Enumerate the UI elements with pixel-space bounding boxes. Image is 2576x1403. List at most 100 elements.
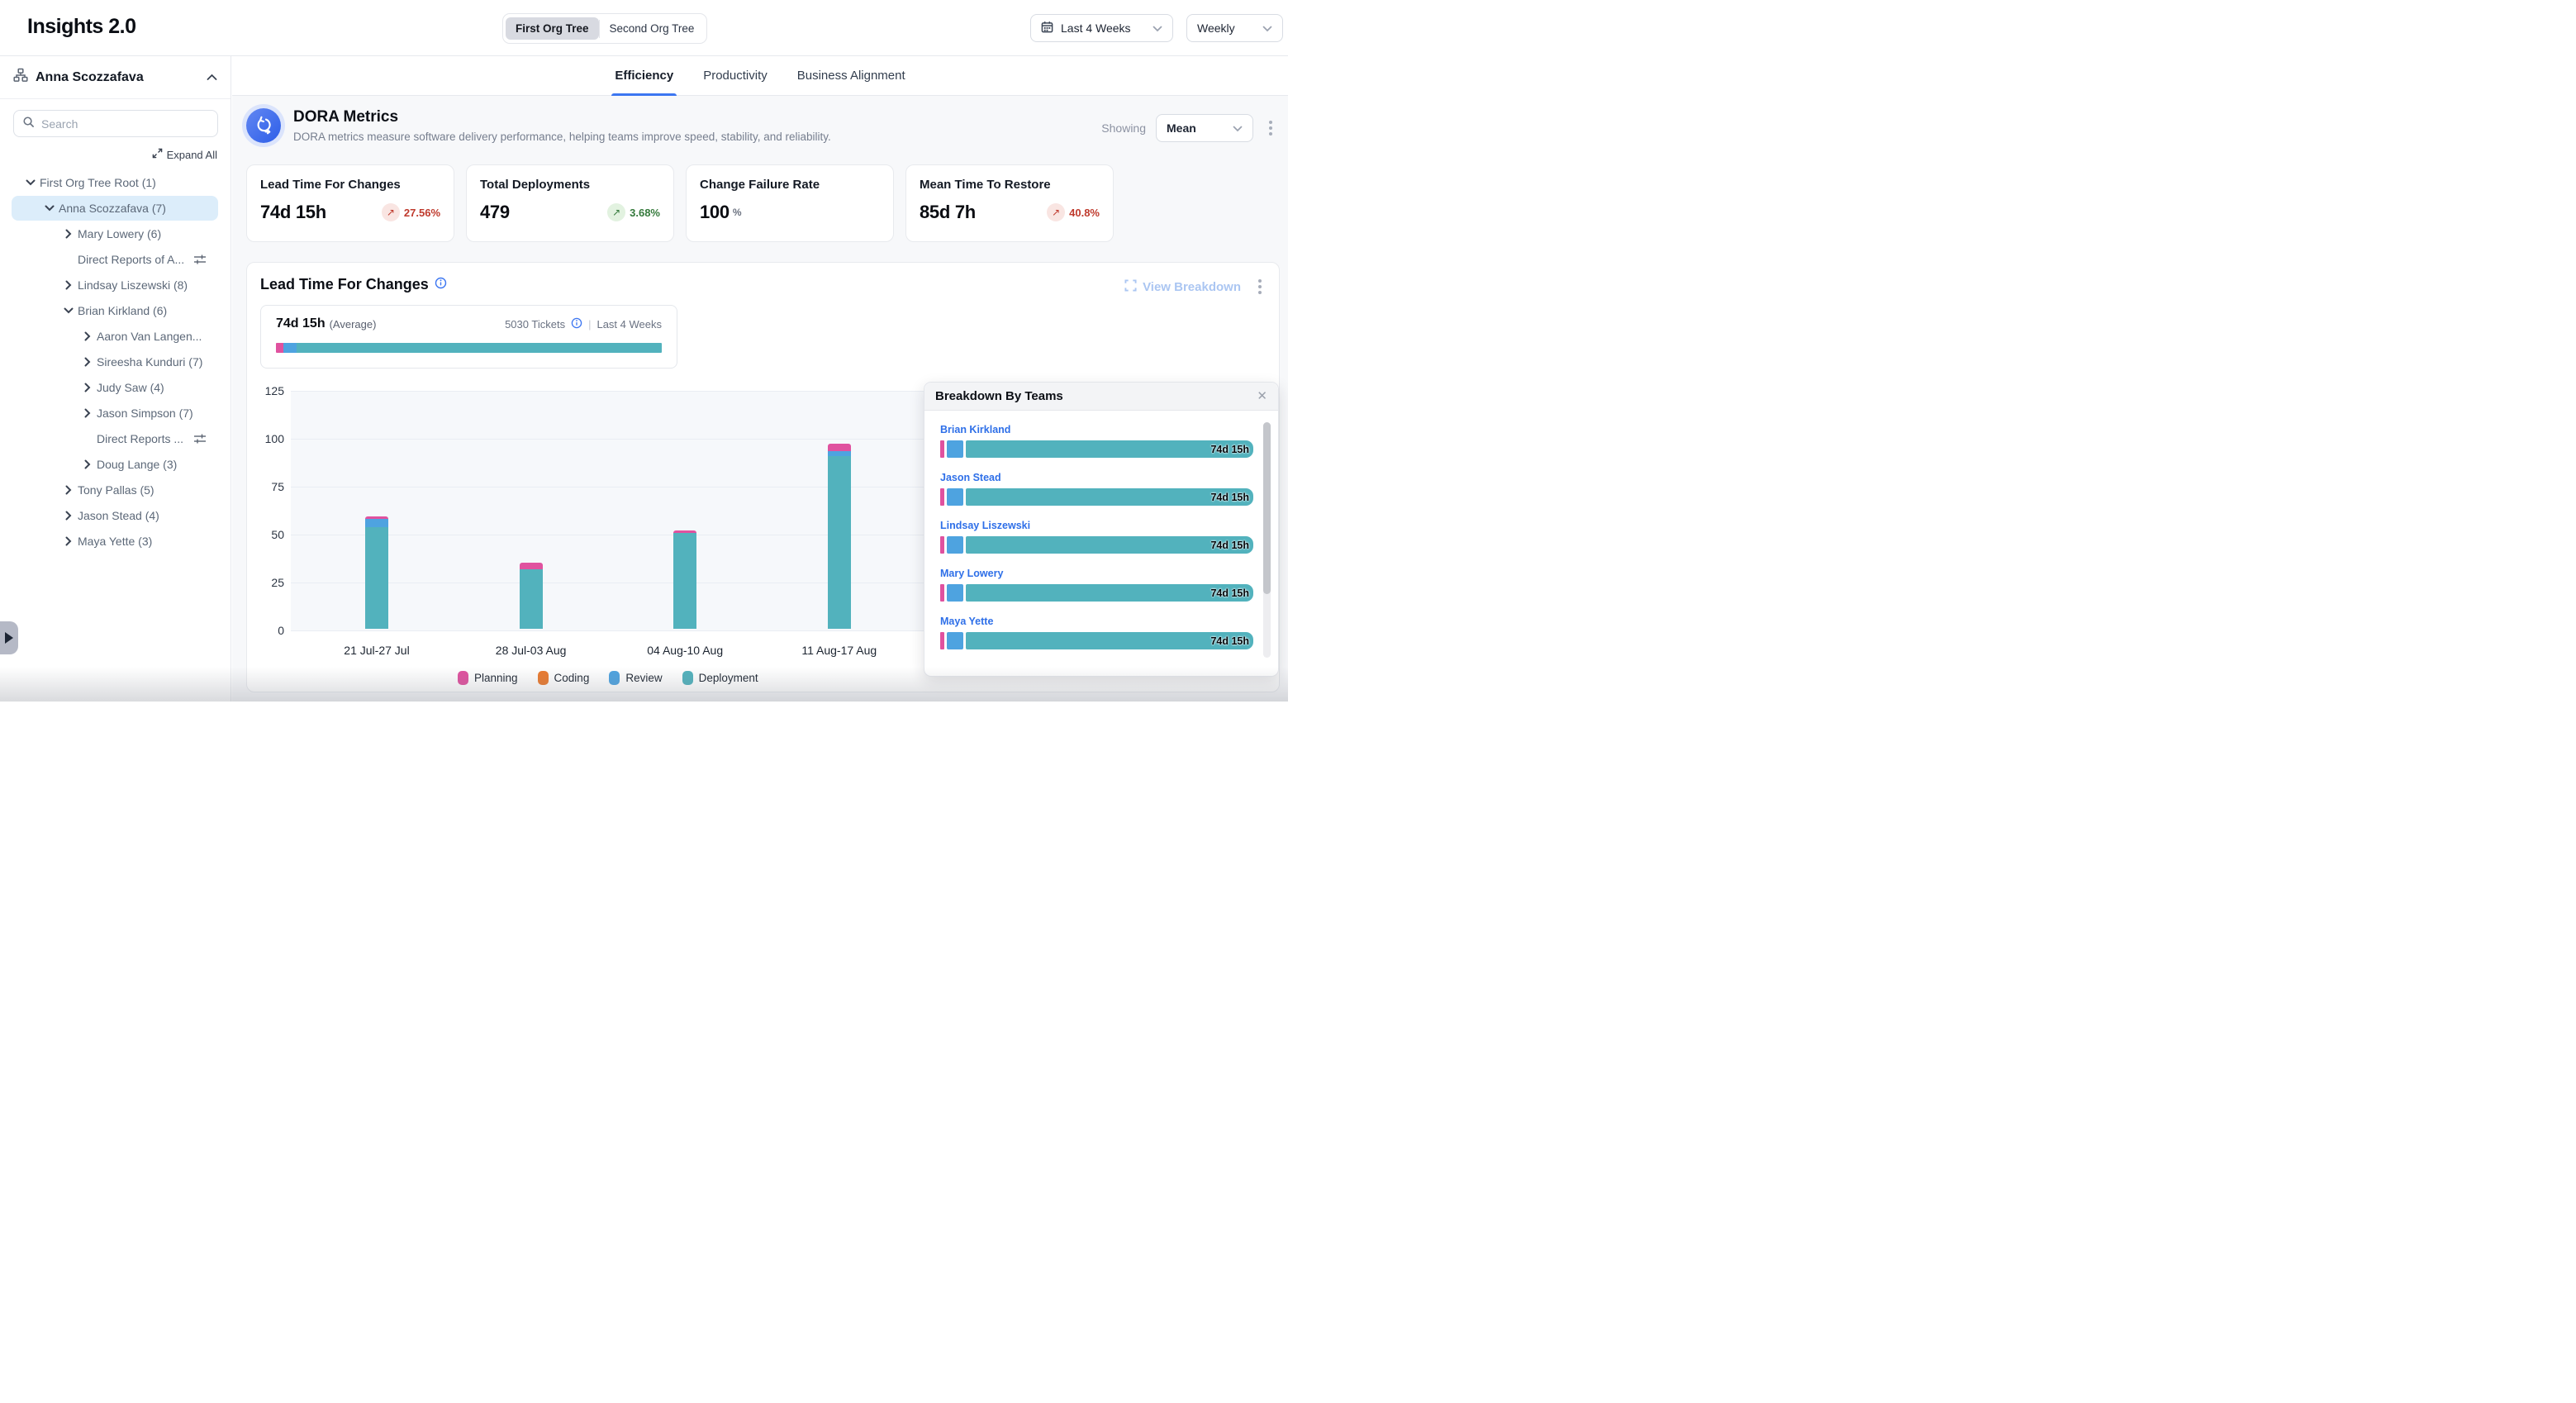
chevron-right-icon[interactable] [63,536,74,546]
tree-item[interactable]: Mary Lowery (6) [12,221,218,246]
tree-item[interactable]: Jason Stead (4) [12,503,218,528]
legend-swatch [682,671,693,685]
legend-item-coding[interactable]: Coding [538,671,590,685]
tree-item[interactable]: Doug Lange (3) [12,452,218,477]
chevron-right-icon[interactable] [63,511,74,521]
trend-percent: 27.56% [404,207,440,219]
average-period: Last 4 Weeks [596,318,662,331]
metric-card-value-row: 85d 7h↗40.8% [920,202,1100,223]
expand-corners-icon [1124,279,1137,295]
avg-bar-segment-planning [276,343,283,353]
chevron-down-icon[interactable] [63,307,74,314]
chevron-right-icon[interactable] [63,280,74,290]
info-icon[interactable] [571,317,582,331]
org-tree-toggle-first[interactable]: First Org Tree [506,17,599,40]
close-icon[interactable]: ✕ [1257,390,1267,402]
breakdown-team-link[interactable]: Brian Kirkland [940,424,1253,435]
granularity-value: Weekly [1197,21,1235,35]
legend-swatch [609,671,620,685]
trend-up-arrow-icon: ↗ [607,203,625,221]
tab-business-alignment[interactable]: Business Alignment [797,56,905,96]
tree-item-label: Aaron Van Langen... [97,330,202,343]
date-range-select[interactable]: Last 4 Weeks [1030,14,1173,42]
view-breakdown-button[interactable]: View Breakdown [1124,279,1241,295]
x-axis-label: 11 Aug-17 Aug [777,644,901,657]
dora-title: DORA Metrics [293,108,831,126]
chevron-right-icon[interactable] [82,357,93,367]
breakdown-team-link[interactable]: Mary Lowery [940,568,1253,579]
breakdown-row: Brian Kirkland 74d 15h [940,424,1253,458]
chevron-down-icon[interactable] [25,179,36,186]
chevron-right-icon[interactable] [82,383,93,392]
legend-item-planning[interactable]: Planning [458,671,518,685]
insights-page: Insights 2.0 First Org Tree Second Org T… [0,0,1288,702]
breakdown-segment-deployment: 74d 15h [966,488,1253,506]
breakdown-row: Maya Yette74d 15h [940,616,1253,649]
tree-item[interactable]: Anna Scozzafava (7) [12,196,218,221]
sidebar-expand-handle[interactable] [0,621,18,654]
tree-item[interactable]: Sireesha Kunduri (7) [12,350,218,374]
tree-item[interactable]: Brian Kirkland (6) [12,298,218,323]
x-axis-label: 04 Aug-10 Aug [623,644,747,657]
chart-bar [673,530,696,629]
breakdown-segment-review [947,488,963,506]
legend-item-deployment[interactable]: Deployment [682,671,758,685]
breakdown-segment-deployment: 74d 15h [966,584,1253,602]
tree-item[interactable]: Jason Simpson (7) [12,401,218,426]
chevron-down-icon [1262,21,1272,35]
tree-item[interactable]: Direct Reports of A... [12,247,218,272]
tree-item[interactable]: Judy Saw (4) [12,375,218,400]
tree-item[interactable]: Maya Yette (3) [12,529,218,554]
breakdown-team-link[interactable]: Lindsay Liszewski [940,520,1253,531]
chevron-right-icon[interactable] [82,459,93,469]
arrow-right-icon [5,632,13,644]
filter-sliders-icon[interactable] [193,253,207,266]
legend-item-review[interactable]: Review [609,671,662,685]
breakdown-bar: 74d 15h [940,440,1253,458]
org-tree: First Org Tree Root (1)Anna Scozzafava (… [0,170,231,554]
chevron-right-icon[interactable] [82,408,93,418]
expand-all-icon [152,148,163,161]
tree-item-label: Tony Pallas (5) [78,483,154,497]
dora-kebab-menu[interactable] [1263,117,1278,139]
chevron-right-icon[interactable] [82,331,93,341]
bar-segment-review [365,519,388,527]
showing-control: Showing Mean [1101,114,1278,142]
chevron-right-icon[interactable] [63,485,74,495]
tab-productivity[interactable]: Productivity [703,56,768,96]
tree-item-label: Doug Lange (3) [97,458,177,471]
breakdown-team-link[interactable]: Maya Yette [940,616,1253,627]
org-tree-toggle-second[interactable]: Second Org Tree [600,17,705,40]
date-range-value: Last 4 Weeks [1061,21,1131,35]
tree-item[interactable]: Lindsay Liszewski (8) [12,273,218,297]
metric-card-value-row: 100% [700,202,880,223]
showing-select[interactable]: Mean [1156,114,1253,142]
breakdown-title: Breakdown By Teams [935,389,1063,403]
tab-efficiency[interactable]: Efficiency [615,56,673,96]
section-kebab-menu[interactable] [1252,276,1267,297]
breakdown-team-link[interactable]: Jason Stead [940,472,1253,483]
panel-scrollbar-thumb[interactable] [1263,422,1271,594]
org-chart-icon [13,68,28,87]
chevron-right-icon[interactable] [63,229,74,239]
tree-item[interactable]: Aaron Van Langen... [12,324,218,349]
metric-trend: ↗3.68% [607,203,660,221]
metric-card-title: Change Failure Rate [700,178,880,192]
granularity-select[interactable]: Weekly [1186,14,1283,42]
search-input[interactable] [41,117,209,131]
filter-sliders-icon[interactable] [193,432,207,445]
main-tabs: Efficiency Productivity Business Alignment [232,56,1288,96]
tree-item[interactable]: Direct Reports ... [12,426,218,451]
breakdown-bar: 74d 15h [940,488,1253,506]
info-icon[interactable] [435,277,447,293]
metric-card-value: 100 [700,202,730,223]
metric-card-value-row: 74d 15h↗27.56% [260,202,440,223]
sidebar-collapse-chevron-up-icon[interactable] [207,74,217,81]
chevron-down-icon[interactable] [44,205,55,212]
tree-item[interactable]: Tony Pallas (5) [12,478,218,502]
tree-item-label: Maya Yette (3) [78,535,152,548]
dora-header: DORA Metrics DORA metrics measure softwa… [246,108,831,143]
expand-all-button[interactable]: Expand All [152,148,217,161]
tree-item[interactable]: First Org Tree Root (1) [12,170,218,195]
page-title: Insights 2.0 [27,15,136,39]
